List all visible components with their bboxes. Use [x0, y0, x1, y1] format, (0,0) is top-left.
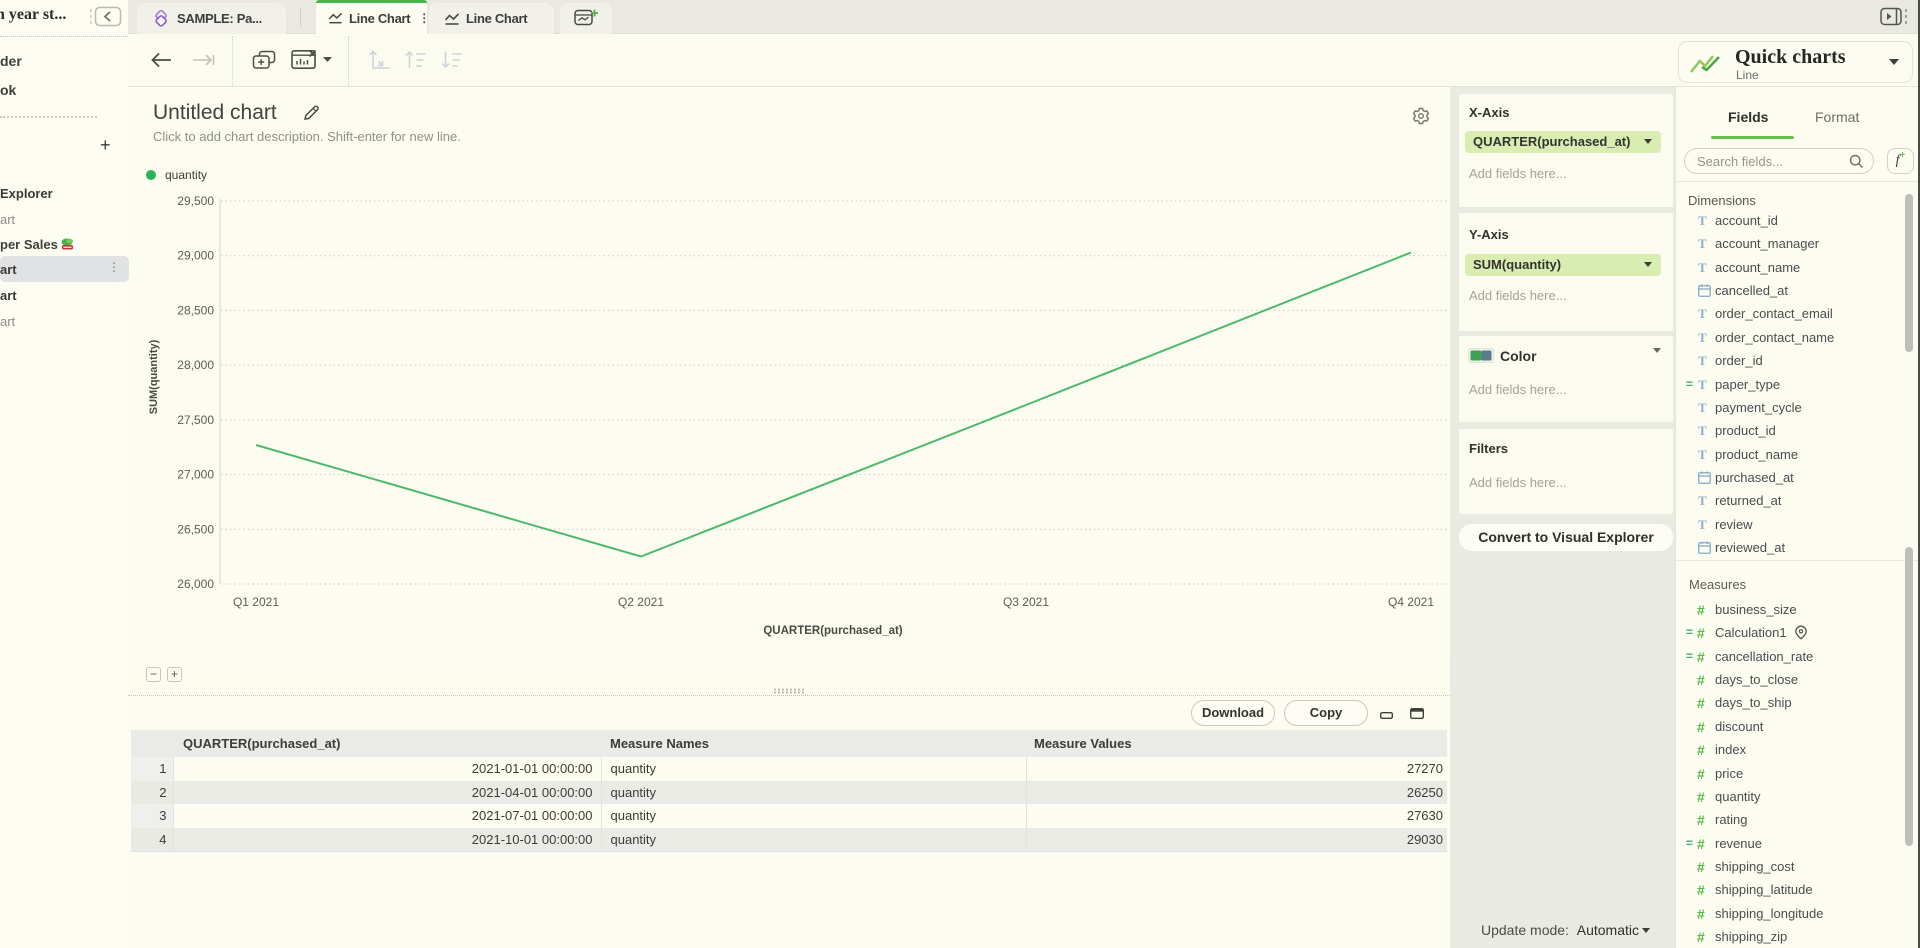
svg-text:28,500: 28,500 — [177, 303, 214, 317]
svg-text:29,500: 29,500 — [177, 194, 214, 208]
svg-text:27,500: 27,500 — [177, 413, 214, 427]
svg-text:Q2 2021: Q2 2021 — [618, 595, 664, 609]
svg-text:29,000: 29,000 — [177, 249, 214, 263]
svg-text:26,000: 26,000 — [177, 577, 214, 591]
svg-text:Q3 2021: Q3 2021 — [1003, 595, 1049, 609]
svg-text:Q4 2021: Q4 2021 — [1388, 595, 1434, 609]
svg-text:QUARTER(purchased_at): QUARTER(purchased_at) — [763, 625, 902, 637]
svg-text:28,000: 28,000 — [177, 358, 214, 372]
svg-text:SUM(quantity): SUM(quantity) — [148, 339, 160, 414]
svg-text:Q1 2021: Q1 2021 — [233, 595, 279, 609]
svg-text:26,500: 26,500 — [177, 522, 214, 536]
svg-text:27,000: 27,000 — [177, 468, 214, 482]
